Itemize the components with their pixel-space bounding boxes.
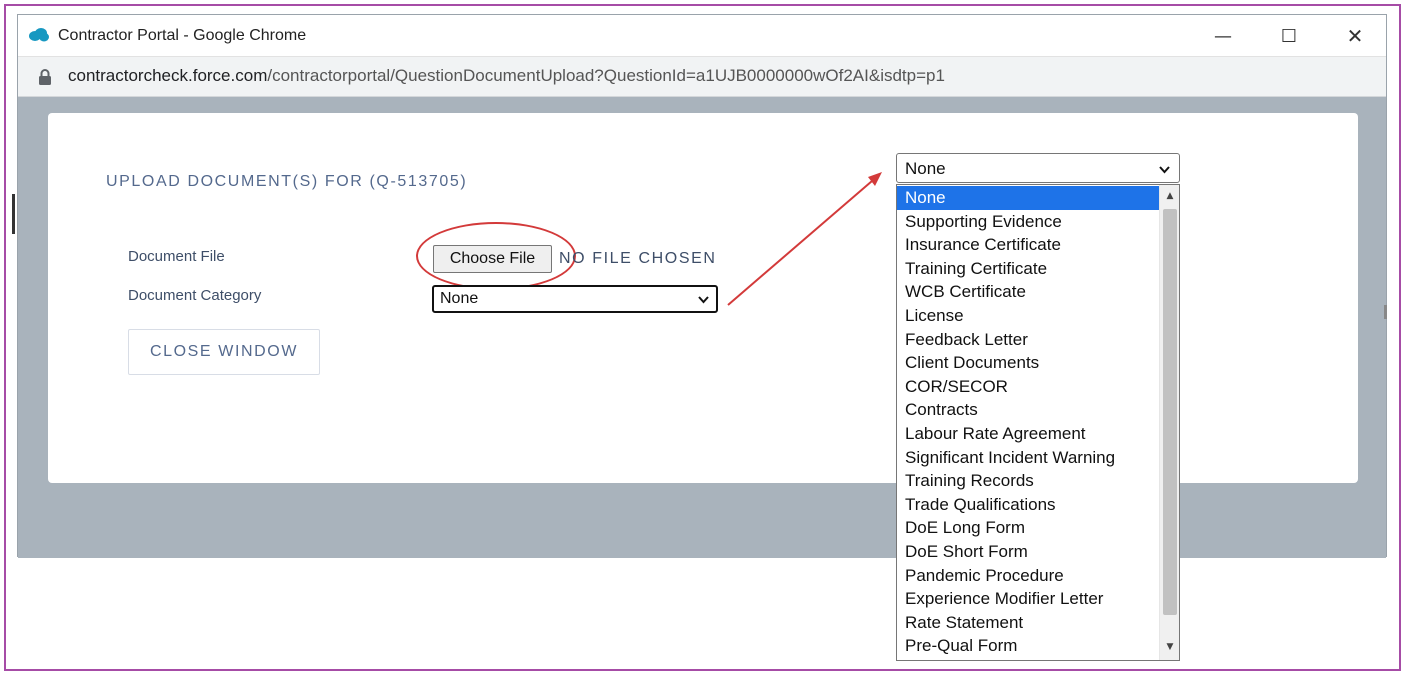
dropdown-option[interactable]: Feedback Letter xyxy=(897,328,1159,352)
dropdown-option[interactable]: None xyxy=(897,186,1159,210)
dropdown-option[interactable]: Pre-Qual Form xyxy=(897,634,1159,658)
dropdown-selected-value: None xyxy=(905,159,946,178)
title-bar: Contractor Portal - Google Chrome — ☐ ✕ xyxy=(18,15,1386,57)
scroll-down-icon[interactable]: ▼ xyxy=(1160,638,1179,656)
address-bar[interactable]: contractorcheck.force.com/contractorport… xyxy=(18,57,1386,97)
dropdown-option[interactable]: License xyxy=(897,304,1159,328)
edge-marker-right xyxy=(1384,305,1387,319)
dropdown-option[interactable]: Experience Modifier Letter xyxy=(897,587,1159,611)
category-select-value: None xyxy=(440,290,479,307)
page-title: UPLOAD DOCUMENT(S) FOR (Q-513705) xyxy=(106,173,468,190)
browser-window: Contractor Portal - Google Chrome — ☐ ✕ … xyxy=(17,14,1387,558)
dropdown-option[interactable]: WCB Certificate xyxy=(897,280,1159,304)
dropdown-option[interactable]: Pandemic Procedure xyxy=(897,564,1159,588)
minimize-button[interactable]: — xyxy=(1206,21,1240,51)
dropdown-option[interactable]: DoE Long Form xyxy=(897,516,1159,540)
dropdown-option[interactable]: Rate Statement xyxy=(897,611,1159,635)
dropdown-option[interactable]: Supporting Evidence xyxy=(897,210,1159,234)
dropdown-option[interactable]: Trade Qualifications xyxy=(897,493,1159,517)
no-file-chosen-text: NO FILE CHOSEN xyxy=(559,250,717,267)
dropdown-options-list[interactable]: Pre-Qual Form Rate Statement Experience Mo… xyxy=(896,184,1180,661)
dropdown-option[interactable]: Contracts xyxy=(897,398,1159,422)
chevron-down-icon xyxy=(698,296,709,304)
document-category-select[interactable]: None xyxy=(432,285,718,313)
dropdown-option[interactable]: Significant Incident Warning xyxy=(897,446,1159,470)
dropdown-option[interactable]: Training Certificate xyxy=(897,257,1159,281)
content-area: UPLOAD DOCUMENT(S) FOR (Q-513705) Docume… xyxy=(18,97,1386,558)
edge-marker xyxy=(12,194,15,234)
category-dropdown[interactable]: None xyxy=(896,153,1180,183)
document-category-label: Document Category xyxy=(128,287,262,304)
dropdown-option[interactable]: Client Documents xyxy=(897,351,1159,375)
salesforce-cloud-icon xyxy=(29,28,49,42)
dropdown-option[interactable]: COR/SECOR xyxy=(897,375,1159,399)
window-title: Contractor Portal - Google Chrome xyxy=(58,27,307,44)
dropdown-option[interactable]: DoE Short Form xyxy=(897,540,1159,564)
scrollbar[interactable]: ▲ ▼ xyxy=(1159,185,1179,660)
scroll-up-icon[interactable]: ▲ xyxy=(1160,187,1179,205)
url-path: /contractorportal/QuestionDocumentUpload… xyxy=(267,66,945,85)
lock-icon xyxy=(39,69,51,85)
choose-file-button[interactable]: Choose File xyxy=(433,245,552,273)
url-text[interactable]: contractorcheck.force.com/contractorport… xyxy=(68,66,945,86)
dropdown-option[interactable]: Labour Rate Agreement xyxy=(897,422,1159,446)
url-host: contractorcheck.force.com xyxy=(68,66,268,85)
close-window-button[interactable]: CLOSE WINDOW xyxy=(128,329,320,375)
dropdown-option[interactable]: Training Records xyxy=(897,469,1159,493)
scroll-thumb[interactable] xyxy=(1163,209,1177,615)
dropdown-option[interactable]: Insurance Certificate xyxy=(897,233,1159,257)
close-button[interactable]: ✕ xyxy=(1338,21,1372,51)
maximize-button[interactable]: ☐ xyxy=(1272,21,1306,51)
document-file-label: Document File xyxy=(128,248,225,265)
chevron-down-icon xyxy=(1159,166,1170,174)
